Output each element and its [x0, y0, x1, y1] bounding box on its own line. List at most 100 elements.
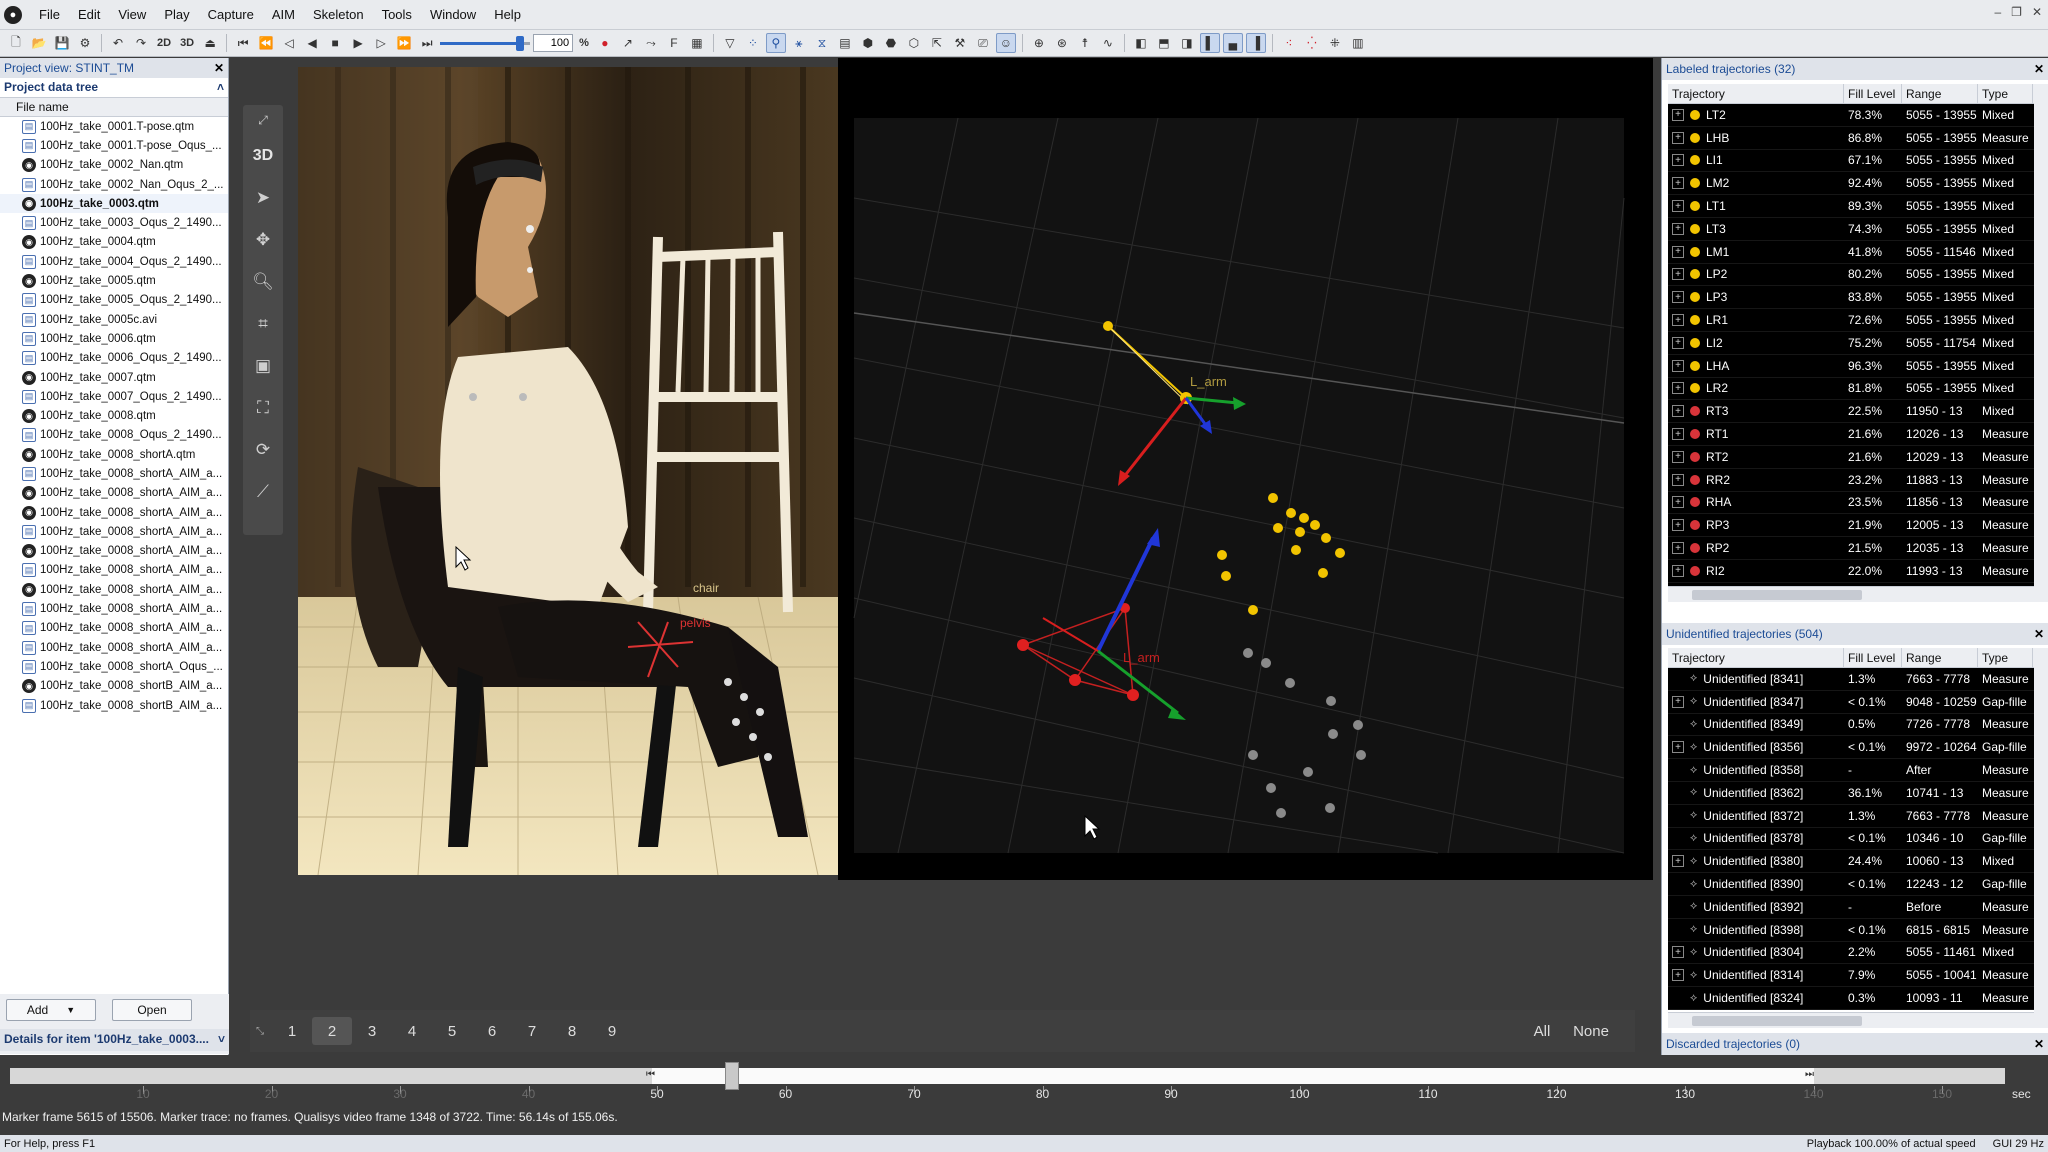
- rotate-icon[interactable]: ⟳: [243, 429, 283, 471]
- trajectory-row[interactable]: + LHA 96.3% 5055 - 13955 Mixed: [1668, 354, 2034, 378]
- menu-skeleton[interactable]: Skeleton: [304, 4, 373, 25]
- trajectory-row[interactable]: + LI1 67.1% 5055 - 13955 Mixed: [1668, 149, 2034, 173]
- all-views-button[interactable]: All: [1521, 1017, 1563, 1045]
- tripod-icon[interactable]: ⏏: [200, 33, 220, 53]
- trajectory-color-icon[interactable]: [1690, 178, 1700, 189]
- file-list-item[interactable]: ▤ 100Hz_take_0003_Oqus_2_1490...: [0, 213, 228, 232]
- trajectory-color-icon[interactable]: [1690, 565, 1700, 576]
- camera-cube-icon[interactable]: ⬡: [904, 33, 924, 53]
- expand-icon[interactable]: +: [1672, 222, 1684, 235]
- panel-right-icon[interactable]: ▐: [1245, 33, 1266, 53]
- file-name-column-header[interactable]: File name: [0, 98, 228, 117]
- marker-set-icon[interactable]: ⁛: [1302, 33, 1322, 53]
- no-views-button[interactable]: None: [1563, 1017, 1619, 1045]
- close-icon[interactable]: ✕: [2034, 1037, 2044, 1051]
- menu-window[interactable]: Window: [421, 4, 485, 25]
- trajectory-row[interactable]: + LR2 81.8% 5055 - 13955 Mixed: [1668, 377, 2034, 401]
- expand-icon[interactable]: +: [1672, 405, 1684, 418]
- expand-icon[interactable]: +: [1672, 855, 1684, 868]
- view-tab-2[interactable]: 2: [312, 1017, 352, 1045]
- close-icon[interactable]: ✕: [2034, 627, 2044, 641]
- column-header[interactable]: Range: [1902, 84, 1978, 103]
- trajectory-color-icon[interactable]: [1690, 337, 1700, 348]
- close-icon[interactable]: ✕: [2032, 5, 2042, 19]
- wand-icon[interactable]: ⚒: [950, 33, 970, 53]
- file-list-item[interactable]: ▤ 100Hz_take_0008_Oqus_2_1490...: [0, 426, 228, 445]
- menu-capture[interactable]: Capture: [199, 4, 263, 25]
- vertical-scrollbar[interactable]: [2034, 84, 2048, 602]
- function-icon[interactable]: F: [664, 33, 684, 53]
- horizontal-scrollbar[interactable]: [1668, 1012, 2034, 1028]
- expand-icon[interactable]: +: [1672, 496, 1684, 509]
- play-reverse-icon[interactable]: ◀: [302, 33, 322, 53]
- minimize-icon[interactable]: –: [1994, 5, 2001, 19]
- trajectory-color-icon[interactable]: [1690, 155, 1700, 166]
- trajectory-color-icon[interactable]: [1690, 201, 1700, 212]
- file-list-item[interactable]: ◉ 100Hz_take_0008_shortA.qtm: [0, 445, 228, 464]
- trajectory-row[interactable]: ⟡ Unidentified [8392] - Before Measure: [1668, 895, 2034, 919]
- trajectory-row[interactable]: + RHA 23.5% 11856 - 13 Measure: [1668, 491, 2034, 515]
- file-list-item[interactable]: ▤ 100Hz_take_0002_Nan_Oqus_2_...: [0, 175, 228, 194]
- pointer-icon[interactable]: ⇱: [927, 33, 947, 53]
- file-list-item[interactable]: ◉ 100Hz_take_0008_shortA_AIM_a...: [0, 580, 228, 599]
- trajectory-row[interactable]: ⟡ Unidentified [8372] 1.3% 7663 - 7778 Measu…: [1668, 804, 2034, 828]
- trajectory-row[interactable]: + ⟡ Unidentified [8356] < 0.1% 9972 - 10264 G…: [1668, 736, 2034, 760]
- file-list-item[interactable]: ▤ 100Hz_take_0008_shortA_AIM_a...: [0, 522, 228, 541]
- fit-icon[interactable]: ⛶: [243, 387, 283, 429]
- expand-icon[interactable]: +: [1672, 542, 1684, 555]
- calculator-icon[interactable]: ▦: [687, 33, 707, 53]
- expand-icon[interactable]: +: [1672, 177, 1684, 190]
- view-tab-7[interactable]: 7: [512, 1017, 552, 1045]
- trajectory-color-icon[interactable]: [1690, 360, 1700, 371]
- trajectory-row[interactable]: + ⟡ Unidentified [8380] 24.4% 10060 - 13 Mixe…: [1668, 850, 2034, 874]
- step-back-fast-icon[interactable]: ⏪: [256, 33, 276, 53]
- trajectory-row[interactable]: + LR1 72.6% 5055 - 13955 Mixed: [1668, 309, 2034, 332]
- restore-icon[interactable]: ❐: [2011, 5, 2022, 19]
- expand-icon[interactable]: +: [1672, 946, 1684, 959]
- target-settings-icon[interactable]: ⊛: [1052, 33, 1072, 53]
- video-view[interactable]: chair pelvis: [298, 67, 838, 875]
- file-list-item[interactable]: ◉ 100Hz_take_0004.qtm: [0, 233, 228, 252]
- marker-group-icon[interactable]: ⁜: [1325, 33, 1345, 53]
- trajectory-color-icon[interactable]: [1690, 223, 1700, 234]
- open-button[interactable]: Open: [112, 999, 192, 1021]
- collapse-icon[interactable]: ˄: [217, 80, 224, 95]
- file-list-item[interactable]: ◉ 100Hz_take_0003.qtm: [0, 194, 228, 214]
- expand-icon[interactable]: +: [1672, 741, 1684, 754]
- trajectory-row[interactable]: + LI2 75.2% 5055 - 11754 Mixed: [1668, 331, 2034, 355]
- file-list-item[interactable]: ▤ 100Hz_take_0008_shortA_AIM_a...: [0, 638, 228, 657]
- trajectory-row[interactable]: + LM1 41.8% 5055 - 11546 Mixed: [1668, 240, 2034, 264]
- file-list-item[interactable]: ▤ 100Hz_take_0001.T-pose_Oqus_...: [0, 136, 228, 155]
- view-3d-button[interactable]: 3D: [177, 37, 197, 49]
- menu-view[interactable]: View: [109, 4, 155, 25]
- expand-icon[interactable]: +: [1672, 291, 1684, 304]
- window-right-icon[interactable]: ◨: [1177, 33, 1197, 53]
- bone-icon[interactable]: ⧖: [812, 33, 832, 53]
- expand-icon[interactable]: +: [1672, 473, 1684, 486]
- file-list-item[interactable]: ▤ 100Hz_take_0001.T-pose.qtm: [0, 117, 228, 136]
- view-tab-4[interactable]: 4: [392, 1017, 432, 1045]
- trajectory-row[interactable]: + LM2 92.4% 5055 - 13955 Mixed: [1668, 172, 2034, 196]
- 3d-view[interactable]: L_arm L_arm: [838, 58, 1653, 880]
- menu-help[interactable]: Help: [485, 4, 530, 25]
- file-list-item[interactable]: ◉ 100Hz_take_0007.qtm: [0, 368, 228, 387]
- trajectory-row[interactable]: + RT3 22.5% 11950 - 13 Mixed: [1668, 400, 2034, 424]
- horizontal-scrollbar[interactable]: [1668, 586, 2034, 602]
- redo-icon[interactable]: ↷: [131, 33, 151, 53]
- expand-icon[interactable]: +: [1672, 428, 1684, 441]
- trajectory-color-icon[interactable]: [1690, 109, 1700, 120]
- trajectory-row[interactable]: + LP3 83.8% 5055 - 13955 Mixed: [1668, 286, 2034, 310]
- crop-icon[interactable]: ⌗: [243, 303, 283, 345]
- trajectory-row[interactable]: ⟡ Unidentified [8358] - After Measure: [1668, 759, 2034, 782]
- menu-aim[interactable]: AIM: [263, 4, 304, 25]
- file-list-item[interactable]: ◉ 100Hz_take_0002_Nan.qtm: [0, 156, 228, 175]
- trajectory-color-icon[interactable]: [1690, 406, 1700, 417]
- trajectory-row[interactable]: ⟡ Unidentified [8398] < 0.1% 6815 - 6815 Mea…: [1668, 918, 2034, 942]
- crosshair-icon[interactable]: ⊕: [1029, 33, 1049, 53]
- expand-icon[interactable]: +: [1672, 359, 1684, 372]
- trajectory-color-icon[interactable]: [1690, 383, 1700, 394]
- trajectory-color-icon[interactable]: [1690, 520, 1700, 531]
- range-start-marker-icon[interactable]: ⏮: [646, 1069, 658, 1083]
- expand-icon[interactable]: +: [1672, 695, 1684, 708]
- file-list-item[interactable]: ▤ 100Hz_take_0005c.avi: [0, 310, 228, 329]
